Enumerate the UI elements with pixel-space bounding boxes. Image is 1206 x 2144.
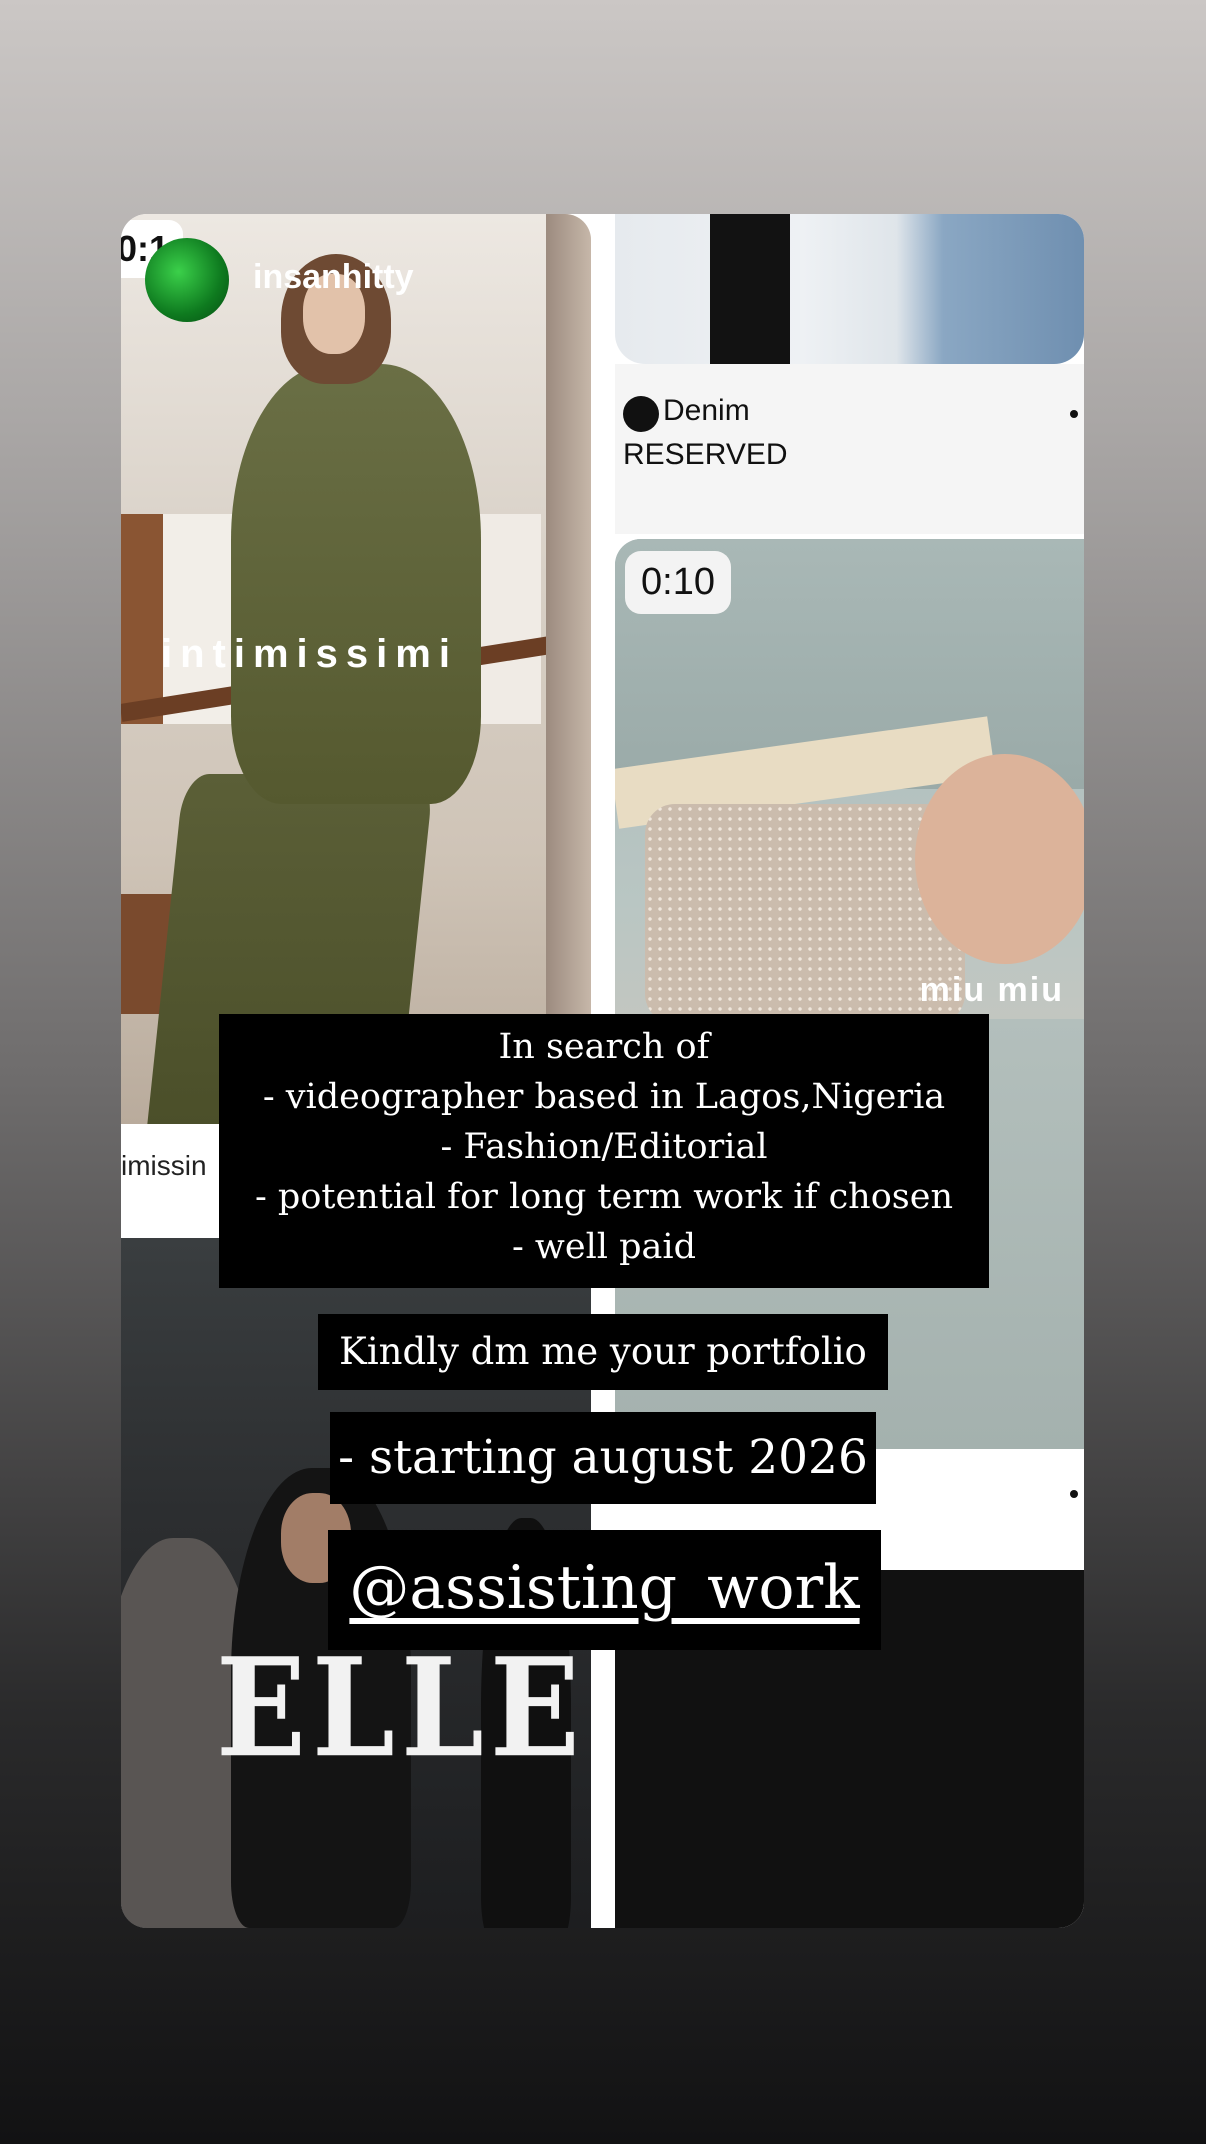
profile-avatar[interactable] [145,238,229,322]
brand-logo-elle: ELLE [216,1627,586,1788]
mention-sticker[interactable]: @assisting_work [328,1530,881,1650]
tie-image [710,214,790,364]
story-text-line: - well paid [511,1227,696,1267]
brand-logo-intimissimi: intimissimi [161,632,458,676]
model-body [231,364,481,804]
black-circle-icon [623,396,659,432]
pin-info-denim: Denim RESERVED [615,364,1084,534]
story-username[interactable]: insanhitty [253,258,414,297]
pin-tile-denim[interactable] [615,214,1084,364]
pin-caption-text: imissin [121,1150,207,1181]
pin-tile-miumiu[interactable]: 0:10 miu miu [615,539,1084,1449]
hand-image [915,754,1084,964]
start-date-text: - starting august 2026 [330,1412,876,1504]
story-text-block: In search of - videographer based in Lag… [219,1014,989,1288]
story-text-line: - Fashion/Editorial [440,1127,768,1167]
pillar [546,214,591,1124]
story-text-line: - potential for long term work if chosen [254,1177,954,1217]
mention-handle[interactable]: @assisting_work [349,1553,859,1623]
dm-request-text: Kindly dm me your portfolio [318,1314,888,1390]
video-timer: 0:10 [625,551,731,614]
brand-logo-miumiu: miu miu [919,971,1064,1009]
pin-title: Denim [663,394,750,427]
pin-tile-intimissimi[interactable]: 0:1 intimissimi [121,214,591,1124]
story-text-line: In search of [498,1027,710,1067]
story-text-line: - videographer based in Lagos,Nigeria [262,1077,946,1117]
pin-subtitle: RESERVED [623,438,788,471]
more-options-icon[interactable] [1070,1490,1078,1498]
more-options-icon[interactable] [1070,410,1078,418]
